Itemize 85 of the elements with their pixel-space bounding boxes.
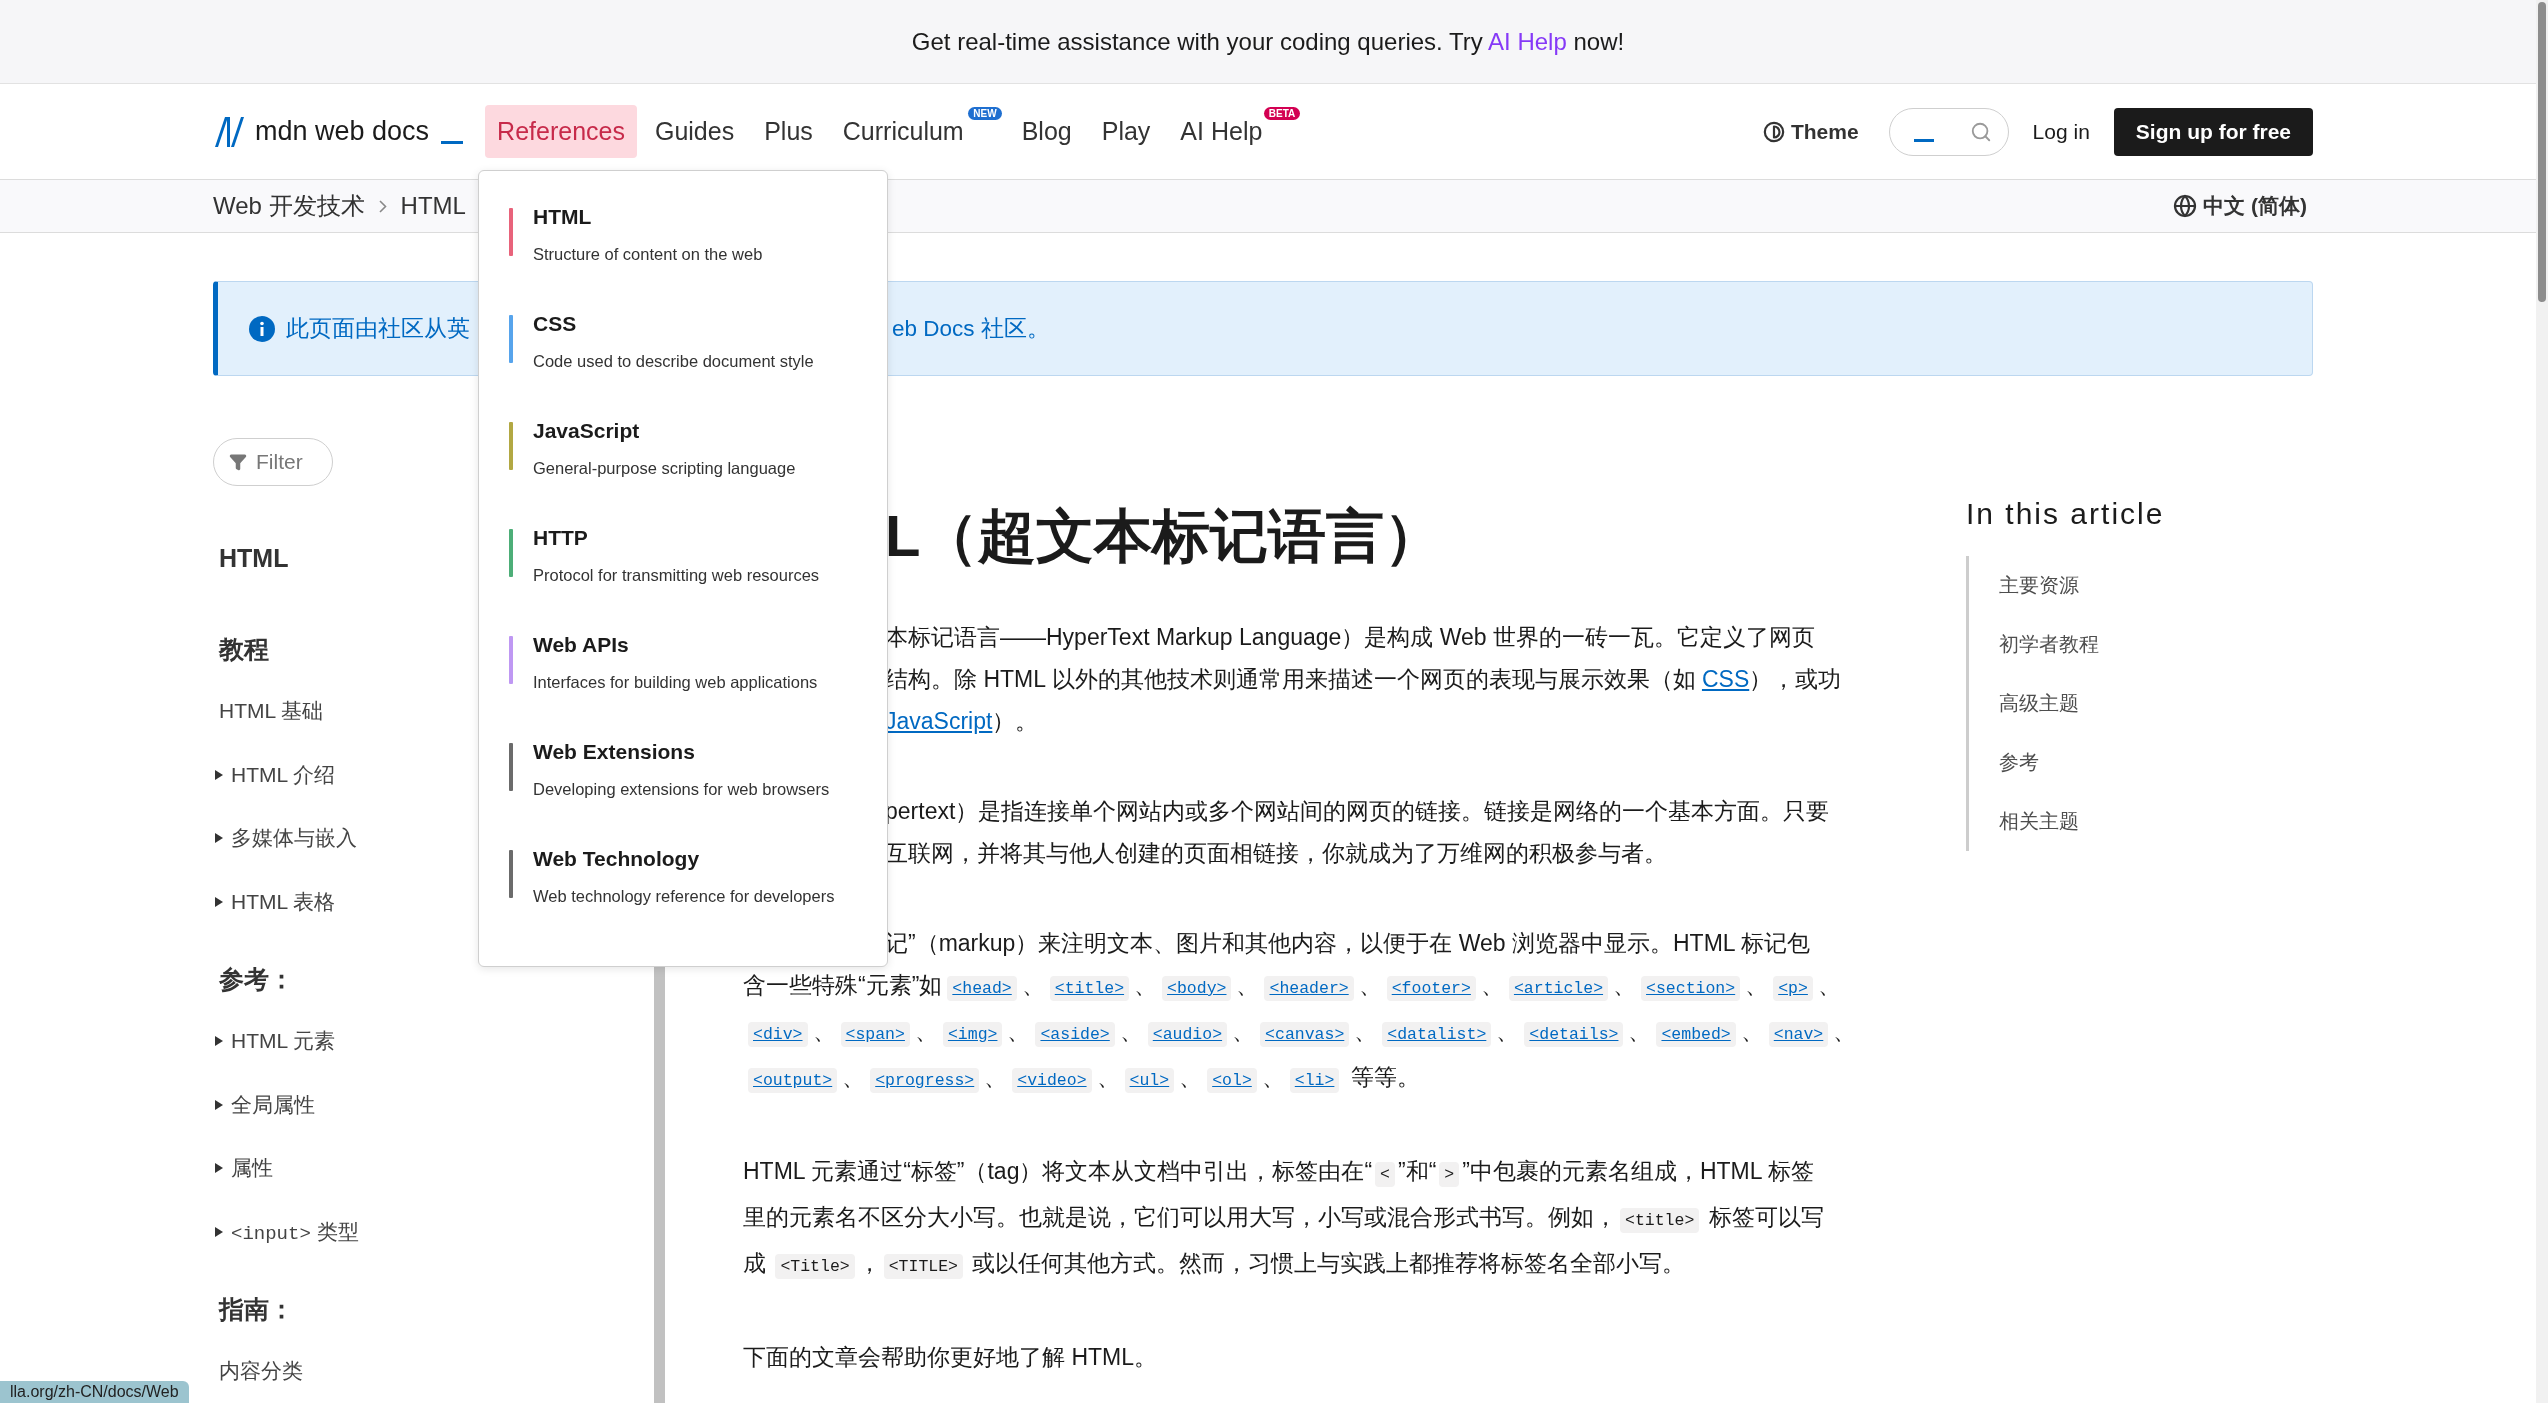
code-link[interactable]: <progress> — [870, 1068, 980, 1093]
theme-button[interactable]: Theme — [1756, 118, 1865, 145]
code-link[interactable]: <video> — [1012, 1068, 1092, 1093]
nav-tab[interactable]: Curriculum NEW — [830, 105, 1004, 158]
code-link[interactable]: <div> — [748, 1022, 808, 1047]
sidebar-group-link[interactable]: HTML 表格 — [213, 887, 336, 916]
code-link[interactable]: <head> — [947, 976, 1017, 1001]
code-link[interactable]: <output> — [748, 1068, 838, 1093]
nav-tab[interactable]: Plus — [752, 105, 825, 158]
sidebar-group-link[interactable]: 全局属性 — [213, 1090, 315, 1119]
code-link[interactable]: <title> — [1049, 976, 1130, 1001]
code-link[interactable]: <ul> — [1124, 1068, 1175, 1093]
sidebar-heading: 教程 — [217, 633, 269, 665]
code-link[interactable]: <canvas> — [1260, 1022, 1350, 1047]
notice-text: eb Docs 社区。 — [892, 315, 1050, 343]
chevron-icon — [378, 199, 387, 213]
info-icon — [248, 314, 276, 343]
code-link[interactable]: <p> — [1773, 976, 1813, 1001]
sidebar-group-link[interactable]: HTML 元素 — [213, 1027, 336, 1056]
language-button[interactable]: 中文 (简体) — [2167, 191, 2313, 221]
menu-item[interactable]: HTTP Protocol for transmitting web resources — [479, 524, 887, 631]
sidebar-heading: 参考： — [218, 964, 294, 995]
code-link[interactable]: <footer> — [1386, 976, 1476, 1001]
login-link[interactable]: Log in — [2032, 119, 2090, 144]
menu-item[interactable]: HTML Structure of content on the web — [479, 203, 887, 310]
nav-tab[interactable]: Blog — [1009, 105, 1084, 158]
code-link[interactable]: <ol> — [1207, 1068, 1257, 1093]
toc-link[interactable]: 参考 — [1999, 749, 2039, 776]
scrollbar[interactable] — [2538, 2, 2546, 302]
nav-tab[interactable]: References — [485, 105, 637, 158]
sidebar-heading: 指南： — [217, 1294, 294, 1326]
menu-item[interactable]: JavaScript General-purpose scripting language — [479, 417, 887, 524]
breadcrumb-link[interactable]: HTML — [400, 192, 466, 220]
signup-button[interactable]: Sign up for free — [2113, 107, 2313, 156]
nav-tab[interactable]: AI Help BETA — [1168, 105, 1303, 158]
logo-icon — [213, 114, 247, 149]
filter-icon — [229, 453, 247, 471]
sidebar-link[interactable]: 内容分类 — [213, 1357, 303, 1386]
code-link[interactable]: <body> — [1162, 976, 1232, 1001]
code-link[interactable]: <li> — [1289, 1068, 1340, 1093]
code-link[interactable]: <section> — [1641, 976, 1741, 1001]
code-link[interactable]: <span> — [840, 1022, 910, 1047]
code-link[interactable]: <embed> — [1656, 1022, 1736, 1047]
nav-badge: NEW — [968, 107, 1002, 120]
toc-link[interactable]: 初学者教程 — [1999, 631, 2099, 658]
sidebar-link[interactable]: HTML 基础 — [213, 697, 324, 726]
sidebar-group-link[interactable]: HTML 介绍 — [213, 760, 336, 789]
toc-link[interactable]: 相关主题 — [1999, 808, 2079, 835]
page-title: L（超文本标记语言） — [885, 502, 1443, 570]
code-link[interactable]: <img> — [942, 1022, 1003, 1047]
contrast-icon — [1762, 120, 1785, 143]
menu-item[interactable]: Web APIs Interfaces for building web applications — [479, 631, 887, 738]
sidebar-group-link[interactable]: 属性 — [213, 1154, 273, 1183]
sidebar-group-link[interactable]: <input> 类型 — [213, 1217, 359, 1246]
code-link[interactable]: <audio> — [1147, 1022, 1228, 1047]
nav-tab[interactable]: Play — [1089, 105, 1163, 158]
code-link[interactable]: <datalist> — [1382, 1022, 1492, 1047]
text-link[interactable]: CSS — [1701, 666, 1750, 692]
ai-help-link[interactable]: AI Help — [1488, 27, 1567, 55]
toc-title: In this article — [1966, 496, 2165, 532]
code-link[interactable]: <aside> — [1035, 1022, 1115, 1047]
notice-text: 此页面由社区从英 — [286, 315, 470, 343]
status-link-preview: lla.org/zh-CN/docs/Web — [0, 1381, 189, 1403]
paragraph: 下面的文章会帮助你更好地了解 HTML。 — [743, 1343, 1158, 1372]
menu-item[interactable]: Web Extensions Developing extensions for web browsers — [479, 738, 887, 845]
logo-link[interactable]: mdn web docs — [213, 114, 464, 149]
paragraph: HTML 元素通过“标签”（tag）将文本从文档中引出，标签由在“ < ”和“ > ”中包裹的元素名组成，HTML 标签 里的元素名不区分大小写。也就是说，它们可以用大写，小写或混合形式书写。例如， <title> 标签可以写 成 <Title> ， <TITLE> 或以任何其他方式。然而，习惯上与实践上都推荐将标签名全部小写。 — [743, 1150, 1888, 1288]
filter-field[interactable]: Filter — [213, 438, 333, 486]
nav-badge: BETA — [1263, 107, 1301, 120]
code-link[interactable]: <nav> — [1768, 1022, 1829, 1047]
code-link[interactable]: <article> — [1508, 976, 1609, 1001]
text-link[interactable]: JavaScript — [885, 708, 993, 734]
sidebar-title: HTML — [218, 544, 289, 574]
toc-link[interactable]: 高级主题 — [1999, 690, 2079, 717]
breadcrumb-link[interactable]: Web 开发技术 — [213, 190, 365, 222]
nav-tab[interactable]: Guides — [642, 105, 747, 158]
banner-message: Get real-time assistance with your coding queries. Try AI Help now! — [911, 27, 1625, 56]
code-link[interactable]: <header> — [1264, 976, 1354, 1001]
toc-link[interactable]: 主要资源 — [1999, 572, 2079, 599]
menu-item[interactable]: CSS Code used to describe document style — [479, 310, 887, 417]
code-link[interactable]: <details> — [1524, 1022, 1624, 1047]
sidebar-group-link[interactable]: 多媒体与嵌入 — [213, 824, 357, 853]
cursor-icon — [1913, 139, 1934, 142]
search-icon — [1969, 120, 1992, 143]
globe-icon — [2173, 194, 2198, 218]
